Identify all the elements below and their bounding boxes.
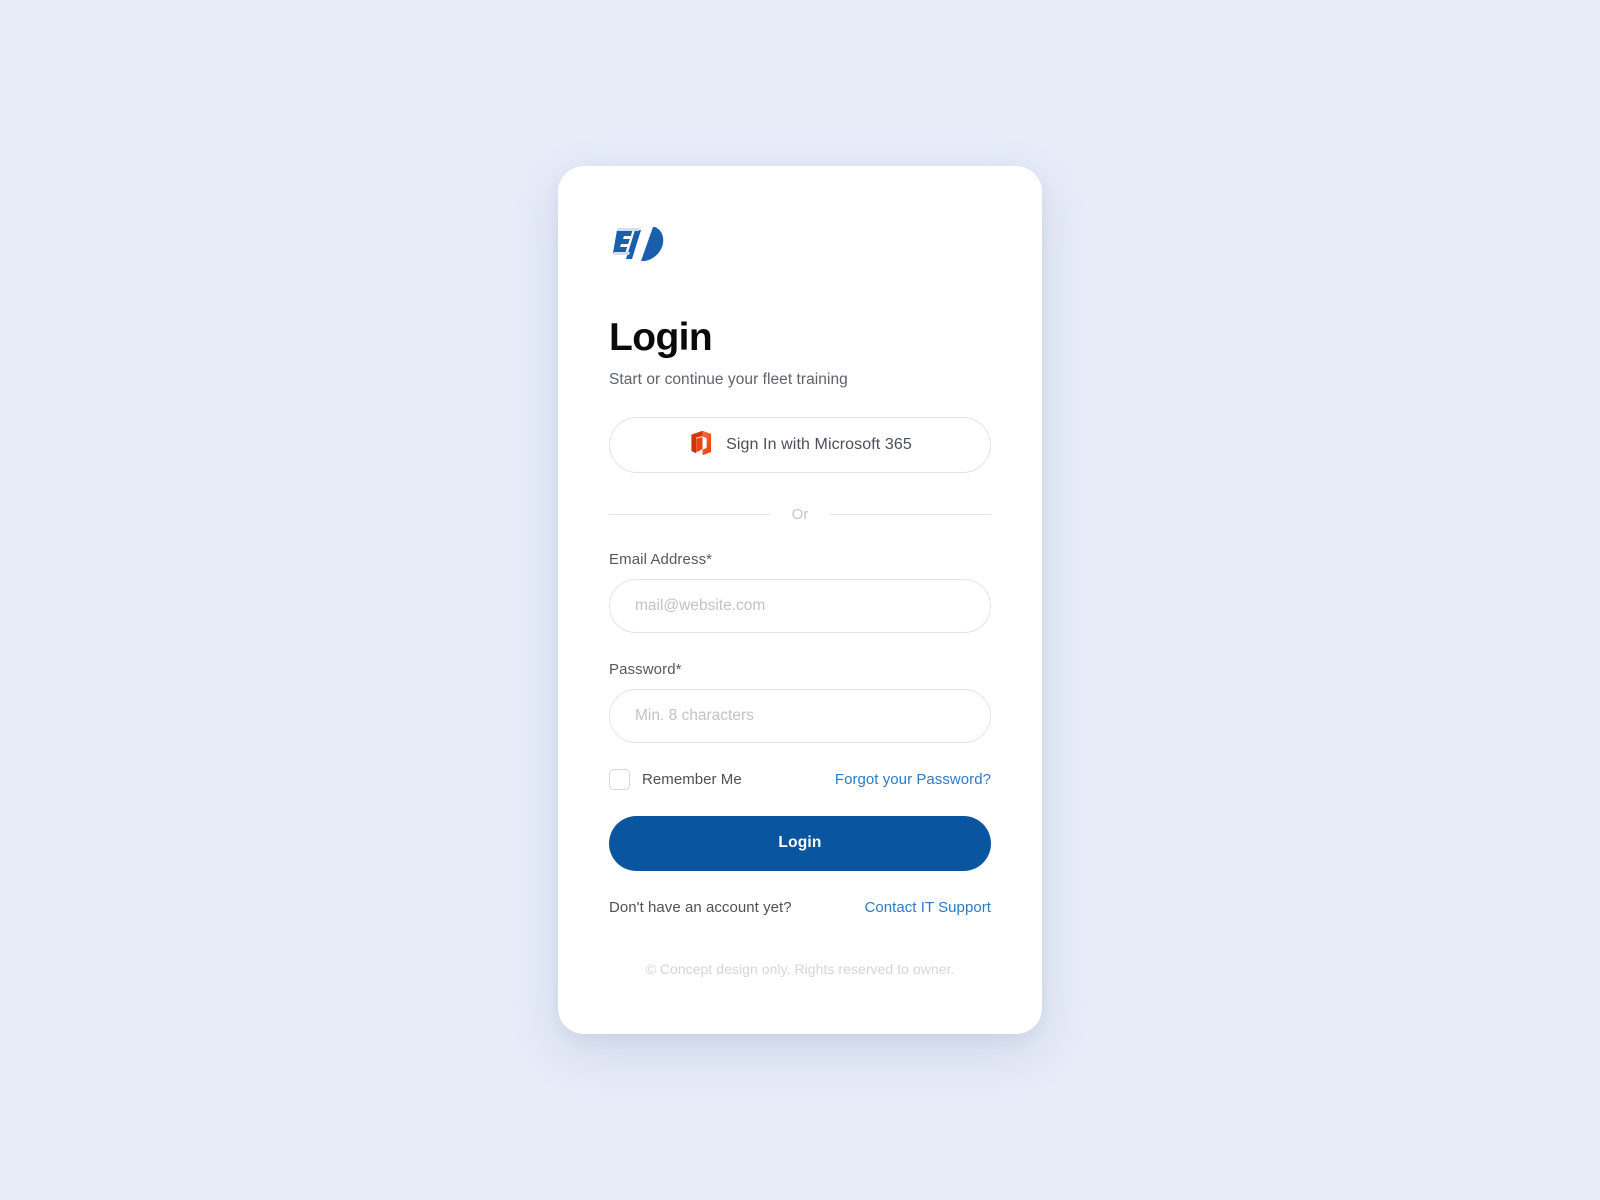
- brand-logo: [609, 222, 991, 268]
- login-button[interactable]: Login: [609, 815, 991, 871]
- divider-line-right: [830, 513, 992, 515]
- contact-it-support-link[interactable]: Contact IT Support: [864, 899, 991, 916]
- password-input[interactable]: [609, 688, 991, 743]
- form-options-row: Remember Me Forgot your Password?: [609, 768, 991, 790]
- email-input[interactable]: [609, 578, 991, 633]
- login-card: Login Start or continue your fleet train…: [558, 166, 1042, 1034]
- password-field-group: Password*: [609, 661, 991, 743]
- remember-me-checkbox[interactable]: [609, 768, 630, 790]
- page-subtitle: Start or continue your fleet training: [609, 370, 848, 388]
- or-divider: Or: [609, 505, 992, 523]
- signup-row: Don't have an account yet? Contact IT Su…: [609, 899, 991, 916]
- email-label: Email Address*: [609, 550, 713, 568]
- divider-line-left: [609, 513, 770, 515]
- fleet-training-logo-icon: [613, 227, 664, 261]
- remember-me-control[interactable]: Remember Me: [609, 768, 742, 790]
- email-field-group: Email Address*: [609, 551, 991, 633]
- microsoft-office-icon: [688, 430, 712, 459]
- password-label: Password*: [609, 660, 682, 678]
- signup-prompt: Don't have an account yet?: [609, 898, 792, 916]
- forgot-password-link[interactable]: Forgot your Password?: [835, 771, 991, 788]
- page-title: Login: [609, 316, 713, 359]
- sign-in-with-microsoft-365-button[interactable]: Sign In with Microsoft 365: [609, 416, 991, 473]
- remember-me-label: Remember Me: [642, 770, 742, 788]
- copyright-text: © Concept design only. Rights reserved t…: [645, 960, 955, 977]
- sso-button-label: Sign In with Microsoft 365: [726, 435, 912, 453]
- divider-label: Or: [791, 505, 809, 523]
